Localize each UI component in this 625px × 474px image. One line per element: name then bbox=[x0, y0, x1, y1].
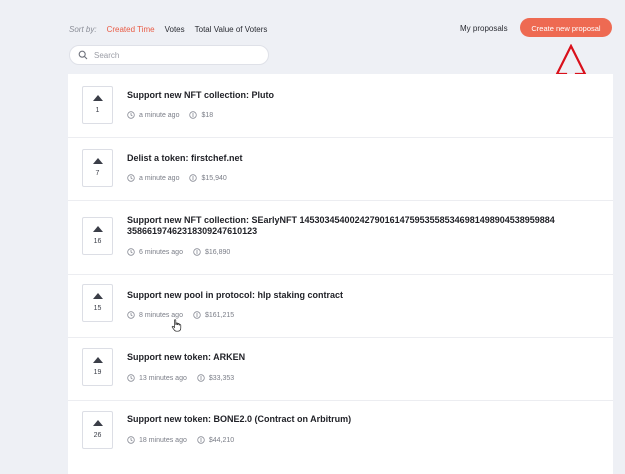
proposal-time: 18 minutes ago bbox=[139, 436, 187, 444]
vote-count: 19 bbox=[93, 369, 102, 376]
upvote-arrow-icon bbox=[93, 293, 103, 299]
proposal-meta: a minute ago $18 bbox=[127, 110, 213, 120]
sort-total-value[interactable]: Total Value of Voters bbox=[195, 25, 268, 34]
proposal-value: $18 bbox=[201, 111, 214, 119]
proposal-list: 1 Support new NFT collection: Pluto a mi… bbox=[68, 74, 613, 474]
upvote-button[interactable]: 7 bbox=[82, 149, 113, 187]
vote-count: 26 bbox=[93, 432, 102, 439]
sort-bar: Sort by: Created Time Votes Total Value … bbox=[69, 22, 267, 36]
upvote-button[interactable]: 19 bbox=[82, 348, 113, 386]
proposal-value: $15,940 bbox=[201, 174, 227, 182]
clock-icon bbox=[127, 311, 135, 319]
proposal-time: a minute ago bbox=[139, 111, 180, 119]
proposal-item[interactable]: 16 Support new NFT collection: SEarlyNFT… bbox=[68, 201, 613, 275]
upvote-arrow-icon bbox=[93, 357, 103, 363]
proposal-title[interactable]: Delist a token: firstchef.net bbox=[127, 153, 597, 164]
proposal-time: a minute ago bbox=[139, 174, 180, 182]
upvote-arrow-icon bbox=[93, 226, 103, 232]
proposal-item[interactable]: 7 Delist a token: firstchef.net a minute… bbox=[68, 138, 613, 201]
proposal-item[interactable]: 26 Support new token: BONE2.0 (Contract … bbox=[68, 401, 613, 474]
coin-icon bbox=[193, 248, 201, 256]
proposal-meta: 18 minutes ago $44,210 bbox=[127, 435, 234, 445]
search-icon bbox=[78, 50, 88, 60]
upvote-arrow-icon bbox=[93, 95, 103, 101]
clock-icon bbox=[127, 111, 135, 119]
proposal-meta: a minute ago $15,940 bbox=[127, 173, 227, 183]
upvote-button[interactable]: 26 bbox=[82, 411, 113, 449]
upvote-button[interactable]: 1 bbox=[82, 86, 113, 124]
proposal-value: $16,890 bbox=[204, 248, 231, 256]
clock-icon bbox=[127, 436, 135, 444]
proposal-value: $44,210 bbox=[208, 436, 235, 444]
hand-cursor-icon bbox=[171, 319, 182, 332]
proposal-time: 8 minutes ago bbox=[139, 311, 183, 319]
coin-icon bbox=[197, 374, 205, 382]
coin-icon bbox=[189, 174, 198, 182]
clock-icon bbox=[127, 248, 135, 256]
proposal-time: 13 minutes ago bbox=[139, 374, 187, 382]
proposal-item[interactable]: 1 Support new NFT collection: Pluto a mi… bbox=[68, 74, 613, 138]
proposal-meta: 13 minutes ago $33,353 bbox=[127, 373, 234, 383]
proposal-item[interactable]: 19 Support new token: ARKEN 13 minutes a… bbox=[68, 338, 613, 401]
proposal-value: $33,353 bbox=[208, 374, 235, 382]
search-box[interactable] bbox=[69, 45, 269, 65]
vote-count: 7 bbox=[95, 170, 100, 177]
create-proposal-button[interactable]: Create new proposal bbox=[520, 18, 612, 37]
proposal-time: 6 minutes ago bbox=[139, 248, 183, 256]
clock-icon bbox=[127, 174, 135, 182]
proposal-title[interactable]: Support new NFT collection: SEarlyNFT 14… bbox=[127, 215, 557, 237]
coin-icon bbox=[197, 436, 205, 444]
proposal-item[interactable]: 15 Support new pool in protocol: hlp sta… bbox=[68, 275, 613, 338]
sort-created-time[interactable]: Created Time bbox=[107, 25, 155, 34]
sort-votes[interactable]: Votes bbox=[165, 25, 185, 34]
proposal-title[interactable]: Support new token: BONE2.0 (Contract on … bbox=[127, 414, 597, 425]
upvote-arrow-icon bbox=[93, 158, 103, 164]
search-input[interactable] bbox=[94, 50, 264, 60]
proposal-value: $161,215 bbox=[204, 311, 235, 319]
proposal-meta: 6 minutes ago $16,890 bbox=[127, 247, 230, 257]
coin-icon bbox=[193, 311, 201, 319]
coin-icon bbox=[189, 111, 198, 119]
clock-icon bbox=[127, 374, 135, 382]
sort-label: Sort by: bbox=[69, 24, 97, 34]
my-proposals-link[interactable]: My proposals bbox=[460, 22, 508, 36]
proposal-title[interactable]: Support new NFT collection: Pluto bbox=[127, 90, 597, 101]
vote-count: 1 bbox=[95, 107, 100, 114]
proposal-title[interactable]: Support new pool in protocol: hlp stakin… bbox=[127, 290, 597, 301]
upvote-arrow-icon bbox=[93, 420, 103, 426]
upvote-button[interactable]: 15 bbox=[82, 284, 113, 322]
vote-count: 15 bbox=[93, 305, 102, 312]
vote-count: 16 bbox=[93, 238, 102, 245]
upvote-button[interactable]: 16 bbox=[82, 217, 113, 255]
proposal-title[interactable]: Support new token: ARKEN bbox=[127, 352, 597, 363]
